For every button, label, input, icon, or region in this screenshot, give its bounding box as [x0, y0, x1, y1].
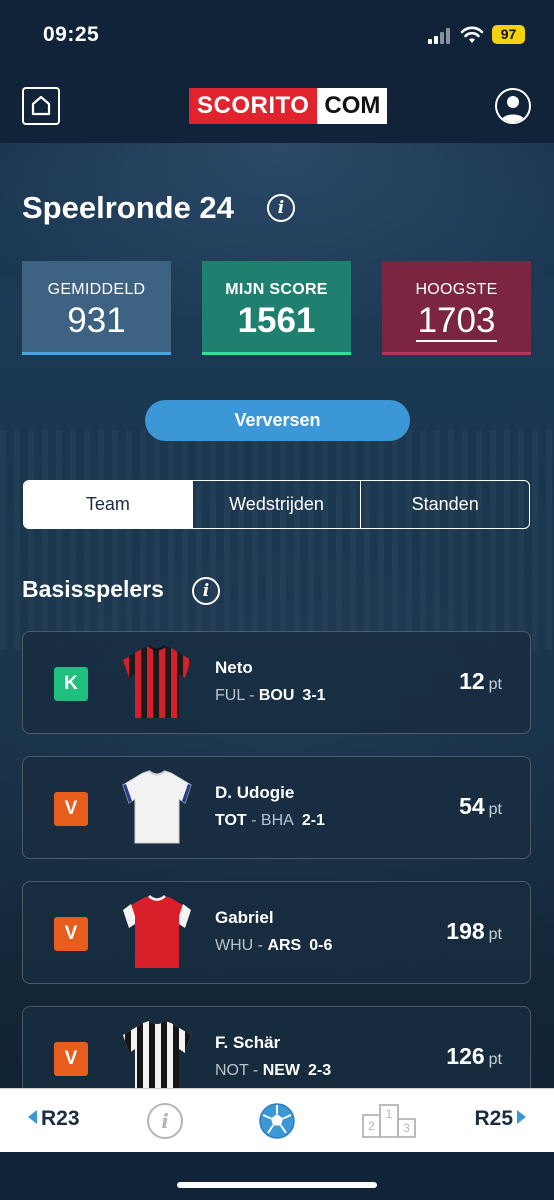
home-team: TOT	[215, 812, 247, 829]
player-name: F. Schär	[215, 1033, 281, 1052]
tab-wedstrijden[interactable]: Wedstrijden	[191, 481, 361, 528]
info-icon[interactable]: i	[147, 1103, 183, 1139]
jersey-icon	[123, 645, 191, 718]
podium-second: 2	[368, 1119, 375, 1133]
average-score-label: GEMIDDELD	[47, 281, 146, 298]
points-unit: pt	[488, 1051, 502, 1068]
logo-text-right: COM	[317, 88, 388, 124]
previous-round-label: R23	[41, 1107, 80, 1130]
away-team: BOU	[258, 687, 295, 704]
scorito-logo[interactable]: SCORITO COM	[189, 88, 388, 124]
average-score-value: 931	[67, 301, 126, 340]
captain-badge: K	[54, 667, 88, 701]
player-name: D. Udogie	[215, 783, 295, 802]
status-bar: 09:25 97	[0, 0, 554, 70]
podium-third: 3	[403, 1121, 410, 1135]
player-points: 54 pt	[459, 793, 502, 820]
vice-badge: V	[54, 917, 88, 951]
podium-first: 1	[386, 1107, 393, 1121]
highest-score-link[interactable]: 1703	[415, 301, 498, 342]
away-team: NEW	[262, 1062, 301, 1079]
previous-round-button[interactable]: R23	[28, 1107, 80, 1131]
match-score: 3-1	[302, 687, 326, 704]
match-score: 0-6	[309, 937, 333, 954]
match-score: 2-3	[308, 1062, 332, 1079]
page-title: Speelronde 24	[22, 190, 234, 225]
signal-icon	[428, 28, 454, 44]
jersey-icon	[122, 770, 192, 844]
match-info: NOT - NEW 2-3	[215, 1062, 332, 1079]
home-button[interactable]	[22, 87, 60, 125]
player-name: Neto	[215, 658, 253, 677]
average-score-tile: GEMIDDELD 931	[22, 261, 171, 355]
player-points: 126 pt	[446, 1043, 502, 1070]
player-card[interactable]: V D. Udogie TOT - BHA 2-1 54 pt	[22, 756, 531, 859]
section-info-icon[interactable]: i	[192, 577, 220, 605]
home-team: WHU	[215, 937, 254, 954]
player-name: Gabriel	[215, 908, 274, 927]
home-indicator[interactable]	[177, 1182, 377, 1188]
bottom-nav: R23 i 1 2 3 R25	[0, 1088, 554, 1153]
player-card[interactable]: K Neto FUL - BOU 3-1 12 pt	[22, 631, 531, 734]
user-icon	[501, 96, 525, 122]
profile-button[interactable]	[495, 88, 531, 124]
tab-standen[interactable]: Standen	[360, 481, 529, 528]
points-unit: pt	[488, 801, 502, 818]
highest-score-label: HOOGSTE	[415, 281, 498, 298]
highest-score-tile[interactable]: HOOGSTE 1703	[382, 261, 531, 355]
away-team: ARS	[267, 937, 302, 954]
soccer-ball-icon[interactable]	[258, 1102, 296, 1140]
away-team: BHA	[260, 812, 294, 829]
match-score: 2-1	[301, 812, 325, 829]
battery-icon: 97	[492, 25, 525, 44]
home-team: NOT	[215, 1062, 249, 1079]
match-info: FUL - BOU 3-1	[215, 687, 326, 704]
next-round-label: R25	[474, 1107, 513, 1130]
home-icon	[31, 95, 51, 116]
my-score-label: MIJN SCORE	[225, 281, 328, 298]
wifi-icon	[460, 26, 484, 43]
section-title: Basisspelers	[22, 576, 164, 602]
player-card[interactable]: V Gabriel WHU - ARS 0-6 198 pt	[22, 881, 531, 984]
arrow-right-icon	[517, 1110, 526, 1124]
refresh-button[interactable]: Verversen	[145, 400, 410, 441]
app-header: SCORITO COM	[0, 70, 554, 143]
jersey-icon	[123, 1021, 191, 1093]
points-unit: pt	[488, 926, 502, 943]
points-value: 126	[446, 1043, 485, 1069]
points-value: 54	[459, 793, 485, 819]
vice-badge: V	[54, 1042, 88, 1076]
home-team: FUL	[215, 687, 245, 704]
match-info: TOT - BHA 2-1	[215, 812, 325, 829]
arrow-left-icon	[28, 1110, 37, 1124]
points-value: 198	[446, 918, 485, 944]
points-value: 12	[459, 668, 485, 694]
status-time: 09:25	[43, 23, 100, 46]
logo-text-left: SCORITO	[189, 88, 318, 124]
podium-icon[interactable]: 1 2 3	[361, 1103, 417, 1139]
jersey-icon	[123, 895, 191, 968]
round-info-icon[interactable]: i	[267, 194, 295, 222]
player-points: 198 pt	[446, 918, 502, 945]
my-score-tile: MIJN SCORE 1561	[202, 261, 351, 355]
view-tabs: Team Wedstrijden Standen	[23, 480, 530, 529]
home-indicator-area	[0, 1152, 554, 1200]
my-score-value: 1561	[237, 301, 316, 340]
points-unit: pt	[488, 676, 502, 693]
tab-team[interactable]: Team	[24, 481, 192, 528]
player-points: 12 pt	[459, 668, 502, 695]
vice-badge: V	[54, 792, 88, 826]
match-info: WHU - ARS 0-6	[215, 937, 333, 954]
next-round-button[interactable]: R25	[474, 1107, 526, 1131]
